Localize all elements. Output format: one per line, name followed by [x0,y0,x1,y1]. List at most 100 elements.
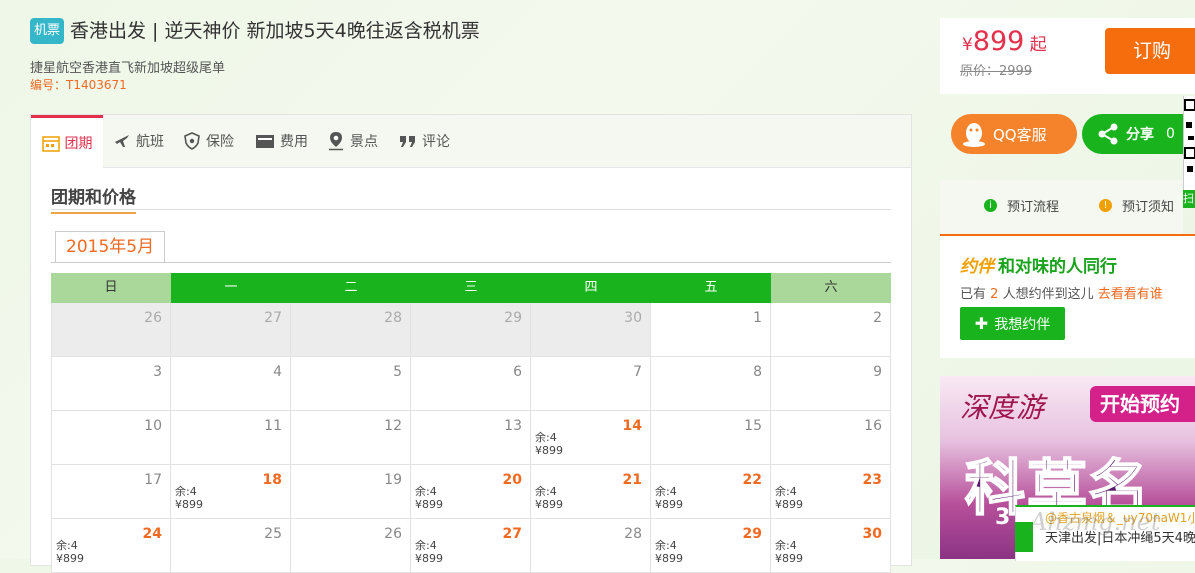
calendar-day: 27 [171,303,291,357]
calendar-day-available[interactable]: 14 余:4 ¥899 [531,411,651,465]
day-info: 余:4 ¥899 [775,485,803,511]
day-info: 余:4 ¥899 [655,485,683,511]
booking-notice-link[interactable]: ! 预订须知 [1099,196,1174,215]
pin-icon [329,132,343,151]
page-subtitle: 捷星航空香港直飞新加坡超级尾单 [30,61,226,76]
section-divider [51,209,891,210]
weekday-fri: 五 [651,273,771,303]
day-number: 28 [624,526,642,542]
calendar-day: 11 [171,411,291,465]
tab-flight[interactable]: 航班 [113,115,164,167]
day-number: 5 [393,364,402,380]
qr-scan-label: 扫 [1183,190,1195,208]
day-number: 10 [144,418,162,434]
companion-heading: 和对味的人同行 [998,257,1117,277]
calendar-week-row: 24 余:4 ¥899 25 26 27 余:4 ¥899 28 29 余:4 ¥899 30 余:4 ¥8… [51,519,891,573]
tab-label: 团期 [64,136,93,152]
calendar-day-available[interactable]: 20 余:4 ¥899 [411,465,531,519]
calendar-day: 1 [651,303,771,357]
detail-tabs: 团期 航班 保险 费用 景点 评论 [31,115,911,168]
day-price: ¥899 [415,498,443,511]
companion-text-post: 人想约伴到这儿 [1002,287,1094,302]
price-currency: ¥ [962,35,973,55]
calendar-day: 5 [291,357,411,411]
companion-link[interactable]: 去看看有谁 [1098,287,1163,302]
share-icon [1098,123,1118,145]
month-tab[interactable]: 2015年5月 [55,231,166,263]
tab-fees[interactable]: 费用 [255,115,308,167]
qq-service-button[interactable]: QQ客服 [951,114,1077,154]
calendar-day: 16 [771,411,891,465]
calendar-week-row: 17 18 余:4 ¥899 19 20 余:4 ¥899 21 余:4 ¥899 22 余:4 ¥899… [51,465,891,519]
page-title: 香港出发 | 逆天神价 新加坡5天4晚往返含税机票 [70,20,480,42]
calendar-day: 6 [411,357,531,411]
companion-title: 约伴 和对味的人同行 [960,252,1117,277]
price-calendar: 日 一 二 三 四 五 六 26 27 28 29 30 1 2 3 4 5 6 7 8 9 10 11 12 1… [51,273,891,573]
shield-icon [184,132,200,150]
calendar-day: 12 [291,411,411,465]
calendar-week-row: 26 27 28 29 30 1 2 [51,303,891,357]
remaining-seats: 余:4 [535,485,557,498]
calendar-day: 30 [531,303,651,357]
day-number: 14 [622,418,642,434]
calendar-day: 8 [651,357,771,411]
tab-insurance[interactable]: 保险 [183,115,234,167]
month-divider [51,262,891,263]
price-value: 899 [972,26,1025,57]
day-number: 26 [144,310,162,326]
day-number: 28 [384,310,402,326]
day-info: 余:4 ¥899 [415,539,443,565]
share-count: 0 [1166,126,1175,142]
day-price: ¥899 [655,498,683,511]
weekday-sun: 日 [51,273,171,303]
calendar-body: 26 27 28 29 30 1 2 3 4 5 6 7 8 9 10 11 12 13 14 余:4 ¥899 15 16… [51,303,891,573]
calendar-week-row: 3 4 5 6 7 8 9 [51,357,891,411]
find-companion-button[interactable]: ✚ 我想约伴 [960,307,1065,340]
ad-number: 3 [995,505,1011,530]
weekday-wed: 三 [411,273,531,303]
tab-attractions[interactable]: 景点 [327,115,378,167]
tab-schedule[interactable]: 团期 [31,115,103,168]
calendar-day-available[interactable]: 29 余:4 ¥899 [651,519,771,573]
day-number: 3 [153,364,162,380]
companion-count: 2 [990,287,999,302]
calendar-day-available[interactable]: 30 余:4 ¥899 [771,519,891,573]
booking-process-link[interactable]: i 预订流程 [984,196,1059,215]
day-number: 17 [144,472,162,488]
calendar-day-available[interactable]: 27 余:4 ¥899 [411,519,531,573]
qq-penguin-icon [963,123,985,147]
calendar-day: 26 [291,519,411,573]
weekday-thu: 四 [531,273,651,303]
order-button[interactable]: 订购 [1105,28,1195,74]
qq-label: QQ客服 [993,125,1047,144]
calendar-day: 4 [171,357,291,411]
price-display: ¥899 起 [962,26,1047,57]
day-info: 余:4 ¥899 [775,539,803,565]
share-button[interactable]: 分享 0 [1082,114,1195,154]
ad-button[interactable]: 开始预约 [1090,386,1195,422]
step-label: 预订须知 [1122,200,1175,215]
calendar-week-row: 10 11 12 13 14 余:4 ¥899 15 16 [51,411,891,465]
day-price: ¥899 [775,498,803,511]
calendar-day: 28 [291,303,411,357]
day-number: 8 [753,364,762,380]
remaining-seats: 余:4 [535,431,557,444]
tab-label: 航班 [136,134,164,150]
calendar-day-available[interactable]: 21 余:4 ¥899 [531,465,651,519]
calendar-day-available[interactable]: 22 余:4 ¥899 [651,465,771,519]
calendar-day-available[interactable]: 24 余:4 ¥899 [51,519,171,573]
calendar-day-available[interactable]: 18 余:4 ¥899 [171,465,291,519]
day-info: 余:4 ¥899 [175,485,203,511]
plus-icon: ✚ [974,314,989,333]
tab-label: 景点 [350,134,378,150]
quote-icon [400,136,415,147]
remaining-seats: 余:4 [415,485,437,498]
calendar-day: 29 [411,303,531,357]
calendar-day-available[interactable]: 23 余:4 ¥899 [771,465,891,519]
tab-reviews[interactable]: 评论 [399,115,450,167]
day-number: 30 [862,526,882,542]
day-number: 4 [273,364,282,380]
companion-text: 已有 2 人想约伴到这儿 去看看有谁 [960,283,1163,302]
weekday-sat: 六 [771,273,891,303]
remaining-seats: 余:4 [775,539,797,552]
